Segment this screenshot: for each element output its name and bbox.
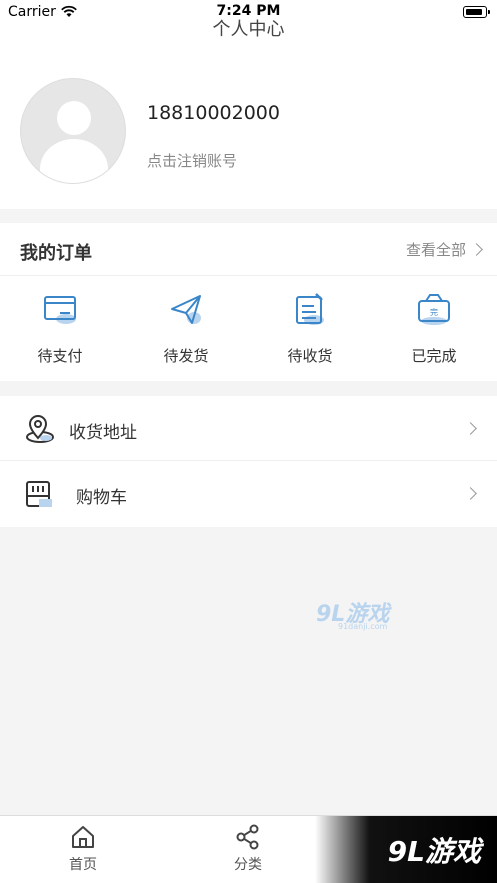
- view-all-label: 查看全部: [405, 241, 466, 259]
- order-status-pending-receipt[interactable]: 待收货: [255, 291, 365, 366]
- order-status-label: 待收货: [287, 347, 333, 365]
- divider: [0, 275, 497, 276]
- logout-account-link[interactable]: 点击注销账号: [147, 150, 237, 171]
- paper-plane-icon: [171, 295, 201, 324]
- brand-watermark-overlay: 9L游戏: [315, 816, 497, 883]
- orders-section: 我的订单 查看全部 待支付 待发货 待收货 完 已完成: [0, 223, 497, 381]
- order-status-completed[interactable]: 完 已完成: [379, 291, 489, 366]
- clock: 7:24 PM: [216, 3, 281, 19]
- location-pin-icon: [26, 415, 54, 443]
- battery-icon: [463, 6, 490, 18]
- avatar-head-shape: [57, 101, 91, 135]
- tab-bar: 首页 分类 9L游戏: [0, 815, 497, 883]
- tab-home[interactable]: 首页: [43, 824, 123, 874]
- brand-logo: 9L游戏: [387, 835, 481, 868]
- home-icon: [72, 826, 94, 848]
- menu-item-label: 购物车: [76, 488, 127, 508]
- menu-item-shipping-address[interactable]: 收货地址: [0, 396, 497, 461]
- order-status-label: 待发货: [163, 347, 209, 365]
- menu-list: 收货地址 购物车: [0, 396, 497, 527]
- page-title: 个人中心: [0, 18, 497, 42]
- document-edit-icon: [296, 293, 324, 325]
- share-icon: [236, 824, 259, 850]
- tab-category[interactable]: 分类: [208, 824, 288, 874]
- chevron-right-icon: [464, 422, 477, 435]
- menu-item-shopping-cart[interactable]: 购物车: [0, 461, 497, 526]
- order-status-pending-payment[interactable]: 待支付: [5, 291, 115, 366]
- watermark-domain: 91danji.com: [338, 622, 388, 631]
- avatar-body-shape: [40, 139, 108, 183]
- order-status-label: 待支付: [37, 347, 83, 365]
- chevron-right-icon: [470, 243, 483, 256]
- view-all-orders-link[interactable]: 查看全部: [405, 239, 483, 260]
- tab-label: 分类: [234, 857, 262, 873]
- chevron-right-icon: [464, 487, 477, 500]
- storefront-icon: [26, 481, 52, 507]
- orders-title: 我的订单: [20, 243, 92, 264]
- profile-card: 18810002000 点击注销账号: [0, 42, 497, 209]
- svg-text:完: 完: [430, 307, 438, 317]
- tab-label: 首页: [69, 857, 97, 873]
- order-status-pending-shipment[interactable]: 待发货: [131, 291, 241, 366]
- phone-number: 18810002000: [147, 102, 280, 124]
- avatar[interactable]: [20, 78, 126, 184]
- card-icon: [44, 296, 76, 324]
- ticket-done-icon: 完: [418, 294, 450, 325]
- menu-item-label: 收货地址: [69, 423, 137, 443]
- order-status-label: 已完成: [411, 347, 457, 365]
